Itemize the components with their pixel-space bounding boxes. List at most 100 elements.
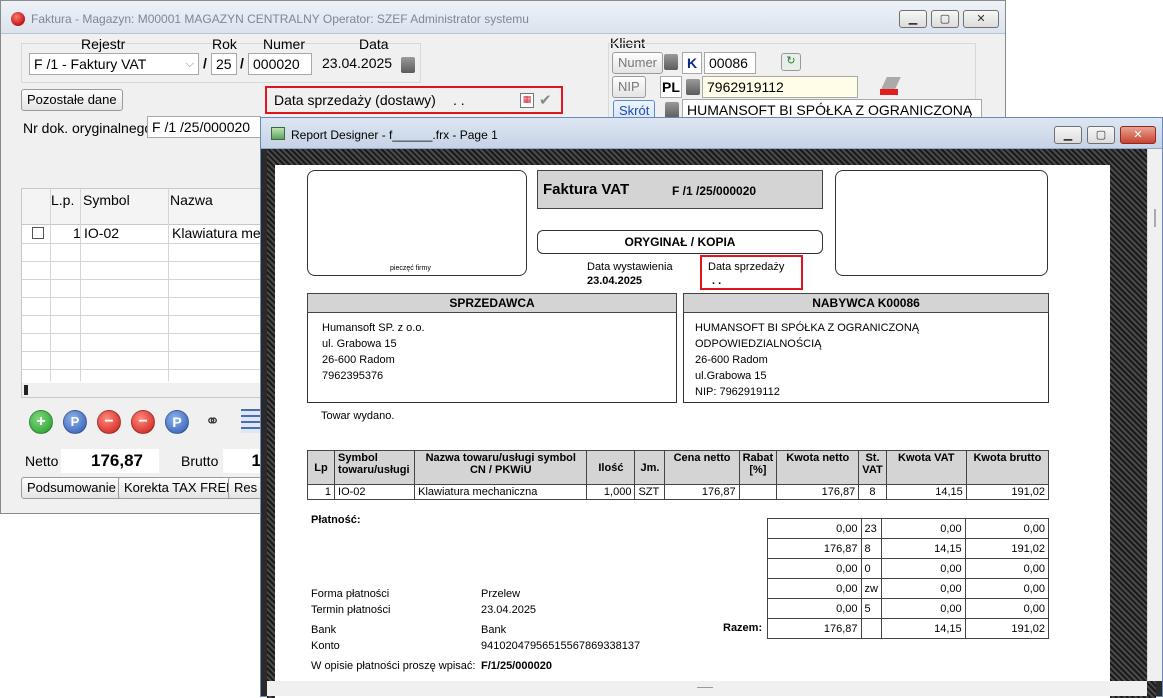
razem-cell: 14,15	[881, 618, 966, 639]
slash-2: /	[240, 55, 244, 71]
lookup-icon[interactable]	[686, 79, 700, 95]
res-button[interactable]: Res	[228, 477, 262, 499]
window-title: Faktura - Magazyn: M00001 MAGAZYN CENTRA…	[31, 12, 529, 26]
col-nazwa: Nazwa towaru/usługi symbol CN / PKWiU	[414, 450, 588, 485]
p-icon[interactable]: P	[165, 410, 189, 434]
summary-cell: 0,00	[767, 518, 862, 539]
scroll-thumb[interactable]	[24, 385, 28, 395]
nabywca-line: 26-600 Radom	[695, 354, 768, 366]
plus-icon[interactable]: +	[29, 410, 53, 434]
binoculars-icon[interactable]: ⚭	[205, 411, 220, 432]
calendar-icon[interactable]: ▦	[520, 93, 534, 108]
report-designer-titlebar[interactable]: Report Designer - f______.frx - Page 1 ▁…	[261, 118, 1162, 149]
faktura-titlebar[interactable]: Faktura - Magazyn: M00001 MAGAZYN CENTRA…	[1, 1, 1005, 34]
brutto-value: 1	[223, 449, 261, 473]
report-vscrollbar[interactable]	[1147, 149, 1162, 681]
grid-hscrollbar[interactable]	[22, 383, 260, 397]
data-sprzedazy-report-highlight: Data sprzedaży . .	[700, 255, 803, 290]
nip-button[interactable]: NIP	[612, 76, 646, 98]
data-sprzedazy-highlight: Data sprzedaży (dostawy) . . ▦ ✔	[265, 86, 563, 114]
oryginal-kopia: ORYGINAŁ / KOPIA	[537, 230, 823, 254]
sprzedawca-header: SPRZEDAWCA	[307, 293, 677, 313]
col-ilosc: Ilość	[586, 450, 636, 485]
col-jm: Jm.	[634, 450, 666, 485]
report-app-icon	[271, 127, 285, 140]
cell-ilosc: 1,000	[586, 484, 636, 500]
report-data-sprzedazy-label: Data sprzedaży	[708, 261, 785, 273]
minus-check-icon[interactable]: −	[131, 410, 155, 434]
minimize-button[interactable]: ▁	[899, 10, 927, 28]
termin-platnosci-value: 23.04.2025	[481, 604, 537, 616]
forma-platnosci-label: Forma płatności	[311, 588, 390, 600]
pozostale-dane-button[interactable]: Pozostałe dane	[21, 89, 123, 111]
col-rabat: Rabat [%]	[738, 450, 778, 485]
summary-cell: 0,00	[964, 558, 1050, 579]
klient-numer-field[interactable]: 00086	[704, 52, 756, 74]
lookup-icon[interactable]	[664, 54, 678, 70]
report-hscrollbar[interactable]	[267, 681, 1147, 696]
sprzedawca-line: 7962395376	[322, 370, 384, 382]
summary-cell: 0,00	[964, 518, 1050, 539]
grid-header-nazwa[interactable]: Nazwa	[170, 192, 213, 208]
report-page: pieczęć firmy Faktura VAT F /1 /25/00002…	[275, 165, 1110, 698]
close-button[interactable]: ✕	[963, 10, 999, 28]
rejestr-select[interactable]: F /1 - Faktury VAT ⌵	[29, 53, 199, 75]
vscroll-thumb[interactable]	[1154, 209, 1156, 227]
items-grid[interactable]: L.p. Symbol Nazwa 1 IO-02 Klawiatura mec…	[21, 188, 276, 398]
sprzedawca-line: Humansoft SP. z o.o.	[322, 322, 425, 334]
summary-cell: 0,00	[964, 578, 1050, 599]
summary-cell: 14,15	[881, 538, 966, 559]
app-logo-icon	[11, 12, 25, 26]
data-value: 23.04.2025	[322, 55, 393, 71]
summary-cell: 0,00	[881, 578, 966, 599]
brutto-label: Brutto	[181, 453, 219, 469]
signature-icon[interactable]	[878, 75, 901, 97]
p-magnify-icon[interactable]: P	[63, 410, 87, 434]
korekta-tax-free-button[interactable]: Korekta TAX FREE	[118, 477, 241, 499]
grid-icon[interactable]	[241, 409, 261, 433]
items-table: Lp Symbol towaru/usługi Nazwa towaru/usł…	[306, 450, 1050, 500]
stamp-box: pieczęć firmy	[307, 170, 527, 276]
summary-cell: 0,00	[881, 518, 966, 539]
rok-field[interactable]: 25	[211, 53, 237, 75]
cell-jm: SZT	[634, 484, 666, 500]
summary-cell: zw	[860, 578, 883, 599]
summary-cell: 191,02	[964, 538, 1050, 559]
nr-dok-field[interactable]: F /1 /25/000020	[147, 116, 261, 138]
row-checkbox[interactable]	[32, 227, 44, 239]
calendar-icon[interactable]	[401, 57, 415, 73]
nabywca-line: NIP: 7962919112	[695, 386, 780, 398]
grid-row-symbol[interactable]: IO-02	[84, 225, 119, 241]
grid-row-lp: 1	[73, 225, 81, 241]
maximize-button[interactable]: ▢	[931, 10, 959, 28]
report-close-button[interactable]: ✕	[1120, 126, 1156, 144]
numer-field[interactable]: 000020	[248, 53, 312, 75]
minus-icon[interactable]: −	[97, 410, 121, 434]
lookup-icon[interactable]	[665, 102, 679, 118]
hscroll-grip[interactable]	[697, 687, 713, 688]
grid-header-symbol[interactable]: Symbol	[83, 192, 130, 208]
report-minimize-button[interactable]: ▁	[1054, 126, 1082, 144]
check-icon[interactable]: ✔	[539, 91, 552, 109]
items-table-header-row: Lp Symbol towaru/usługi Nazwa towaru/usł…	[306, 450, 1050, 485]
invoice-number: F /1 /25/000020	[672, 184, 757, 198]
data-label: Data	[359, 36, 389, 52]
data-sprzedazy-value[interactable]: . .	[453, 92, 465, 108]
invoice-title-box: Faktura VAT F /1 /25/000020	[537, 170, 823, 209]
numer-button[interactable]: Numer	[612, 52, 664, 74]
rejestr-label: Rejestr	[81, 36, 126, 52]
invoice-title: Faktura VAT	[543, 181, 630, 198]
table-row: 1 IO-02 Klawiatura mechaniczna 1,000 SZT…	[306, 484, 1050, 500]
cell-kwota-netto: 176,87	[776, 484, 860, 500]
numer-label: Numer	[263, 36, 306, 52]
nip-field[interactable]: 7962919112	[702, 76, 858, 98]
forma-platnosci-value: Przelew	[481, 588, 521, 600]
bank-value: Bank	[481, 624, 507, 636]
refresh-icon[interactable]: ↻	[781, 53, 801, 71]
netto-value: 176,87	[61, 449, 159, 473]
grid-header-lp[interactable]: L.p.	[51, 192, 74, 208]
summary-cell: 0,00	[964, 598, 1050, 619]
report-maximize-button[interactable]: ▢	[1087, 126, 1115, 144]
podsumowanie-button[interactable]: Podsumowanie	[21, 477, 122, 499]
nabywca-line: ul.Grabowa 15	[695, 370, 767, 382]
